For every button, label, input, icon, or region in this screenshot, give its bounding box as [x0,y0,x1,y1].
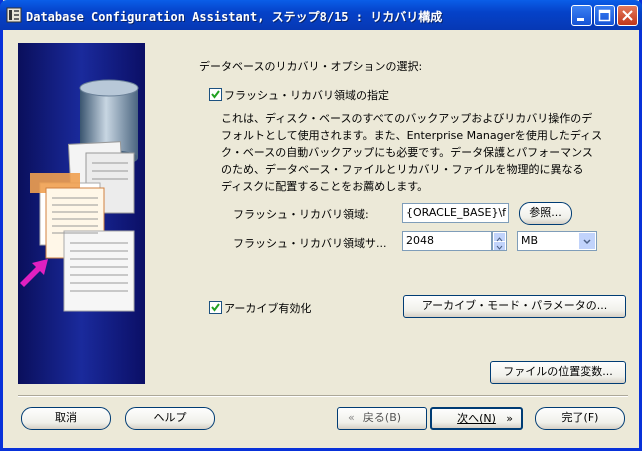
close-button[interactable] [617,5,638,26]
help-button[interactable]: ヘルプ [125,407,215,430]
back-chevron-icon: « [348,411,355,424]
description-line: これは、ディスク・ベースのすべてのバックアップおよびリカバリ操作のデ [221,112,593,125]
description-line: のため、データベース・ファイルとリカバリ・ファイルを物理的に異なる [221,163,584,176]
footer-separator [18,395,628,397]
next-label: 次へ(N) [457,412,496,425]
minimize-icon [577,18,584,21]
next-button[interactable]: 次へ(N) » [430,407,523,430]
checkmark-icon [211,90,220,99]
file-location-button[interactable]: ファイルの位置変数... [490,361,626,384]
description-line: ク・ベースの自動バックアップにも必要です。データ保護とパフォーマンス [221,146,593,159]
archive-label[interactable]: アーカイブ有効化 [224,300,311,316]
side-illustration [18,43,145,384]
flash-recovery-label[interactable]: フラッシュ・リカバリ領域の指定 [224,87,389,103]
browse-button[interactable]: 参照... [519,202,572,225]
size-unit-select[interactable]: MB [517,231,597,251]
back-label: 戻る(B) [362,411,402,424]
size-unit-value: MB [521,234,539,247]
title-bar[interactable]: Database Configuration Assistant, ステップ8/… [0,0,642,30]
recovery-size-label: フラッシュ・リカバリ領域サ... [233,237,387,250]
spin-down-icon[interactable] [494,242,505,250]
window-title: Database Configuration Assistant, ステップ8/… [26,10,443,24]
archive-params-button[interactable]: アーカイブ・モード・パラメータの... [403,295,626,318]
recovery-area-label: フラッシュ・リカバリ領域: [233,208,369,221]
spin-up-icon[interactable] [494,233,505,242]
arrow-icon [20,259,48,287]
checkmark-icon [211,303,220,312]
app-icon [6,7,22,23]
dialog-body: データベースのリカバリ・オプションの選択: フラッシュ・リカバリ領域の指定 これ… [3,30,639,448]
description-line: フォルトとして使用されます。また、Enterprise Managerを使用した… [221,129,603,142]
chevron-down-icon[interactable] [579,233,595,249]
flash-recovery-description: これは、ディスク・ベースのすべてのバックアップおよびリカバリ操作のデ フォルトと… [221,110,631,195]
finish-button[interactable]: 完了(F) [535,407,625,430]
size-spinner[interactable] [492,231,507,251]
minimize-button[interactable] [571,5,592,26]
close-icon [622,10,633,21]
description-line: ディスクに配置することをお薦めします。 [221,180,429,193]
options-heading: データベースのリカバリ・オプションの選択: [199,60,423,73]
dbca-window: Database Configuration Assistant, ステップ8/… [0,0,642,451]
archive-checkbox[interactable] [209,301,222,314]
flash-recovery-checkbox[interactable] [209,88,222,101]
recovery-area-input[interactable]: {ORACLE_BASE}\f [402,203,509,223]
maximize-button[interactable] [594,5,615,26]
documents-icon [30,141,135,312]
next-chevron-icon: » [506,412,513,425]
maximize-icon [598,9,611,22]
back-button[interactable]: « 戻る(B) [337,407,427,430]
recovery-size-input[interactable]: 2048 [402,231,492,251]
cancel-button[interactable]: 取消 [21,407,111,430]
